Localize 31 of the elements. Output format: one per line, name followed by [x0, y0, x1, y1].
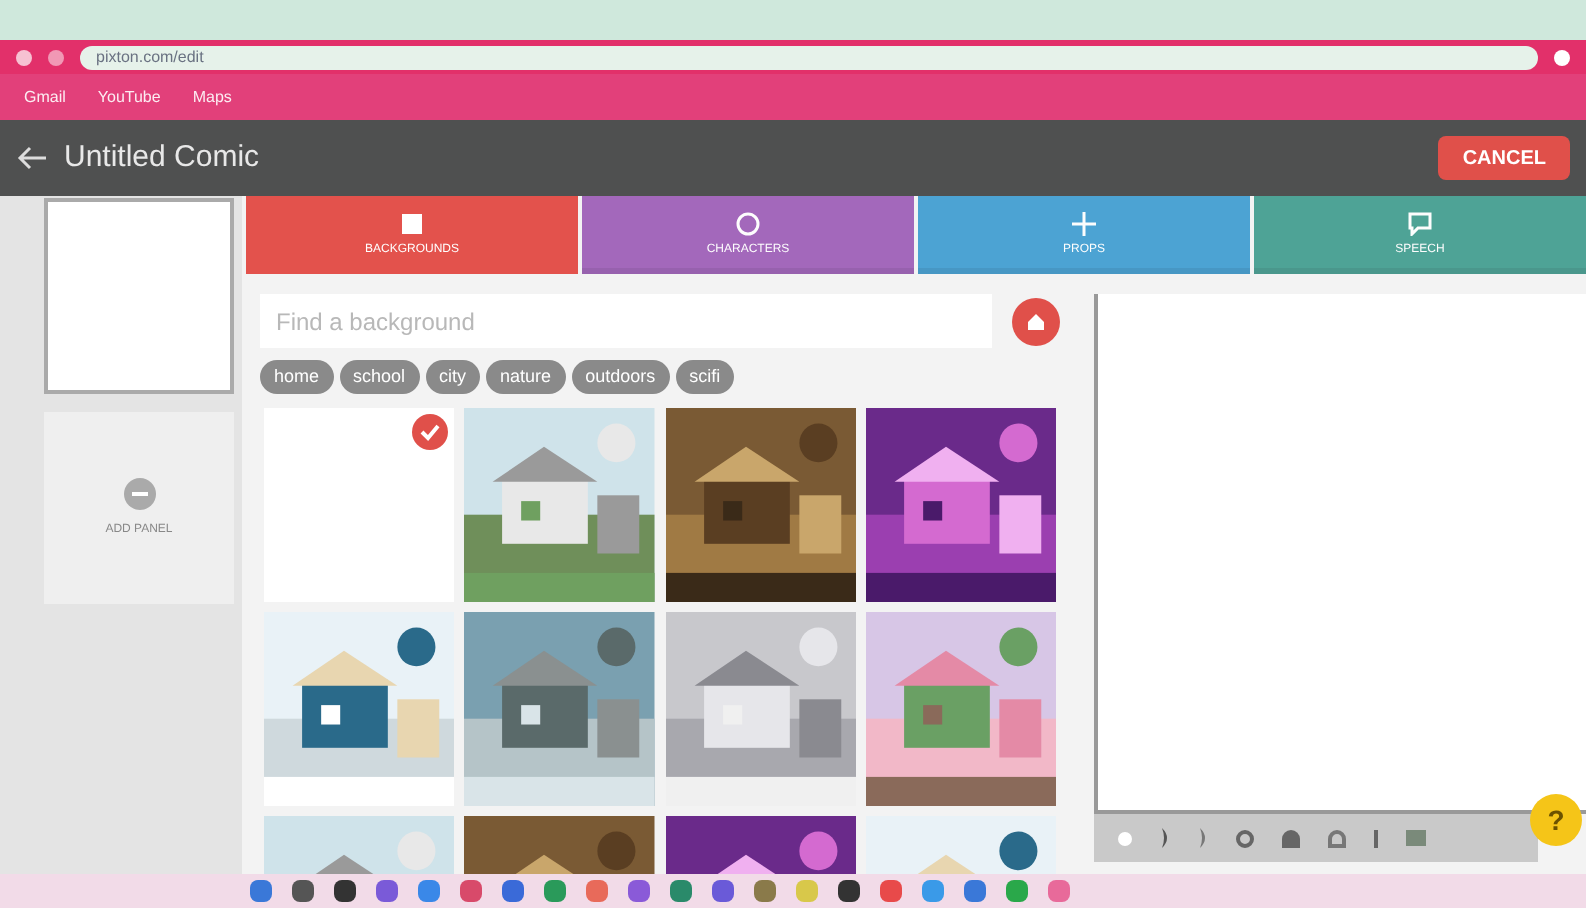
tag-chip[interactable]: school: [339, 360, 420, 394]
bookmark[interactable]: YouTube: [97, 85, 161, 109]
tag-chip[interactable]: scifi: [675, 360, 735, 394]
back-arrow-icon[interactable]: [16, 144, 48, 172]
search-field[interactable]: Find a background: [260, 294, 992, 348]
tag-chip[interactable]: nature: [486, 360, 566, 394]
taskbar-app-icon[interactable]: [334, 880, 356, 902]
crescent-icon[interactable]: [1160, 828, 1170, 848]
tag-chip[interactable]: home: [260, 360, 334, 394]
tab-icon: [1408, 211, 1432, 235]
taskbar-app-icon[interactable]: [292, 880, 314, 902]
tab-icon: [400, 211, 424, 235]
profile-icon[interactable]: [1554, 49, 1570, 65]
home-button[interactable]: [1012, 297, 1060, 345]
home-icon: [1026, 311, 1046, 331]
cancel-button[interactable]: CANCEL: [1438, 136, 1570, 180]
tag-chip[interactable]: outdoors: [571, 360, 670, 394]
background-thumbnail[interactable]: [264, 408, 455, 602]
bookmark[interactable]: Gmail: [24, 85, 66, 109]
taskbar-app-icon[interactable]: [838, 880, 860, 902]
tag-chip[interactable]: city: [425, 360, 481, 394]
check-icon: [412, 414, 449, 450]
comic-title: Untitled Comic: [64, 137, 262, 178]
tab-icon: [1072, 211, 1096, 235]
address-bar[interactable]: pixton.com/edit: [80, 45, 1538, 69]
bookmark[interactable]: Maps: [192, 85, 232, 109]
panel-thumbnail[interactable]: [44, 198, 234, 394]
back-icon[interactable]: [16, 49, 32, 65]
tab-icon: [736, 211, 760, 235]
crescent-icon[interactable]: [1198, 828, 1208, 848]
forward-icon[interactable]: [48, 49, 64, 65]
